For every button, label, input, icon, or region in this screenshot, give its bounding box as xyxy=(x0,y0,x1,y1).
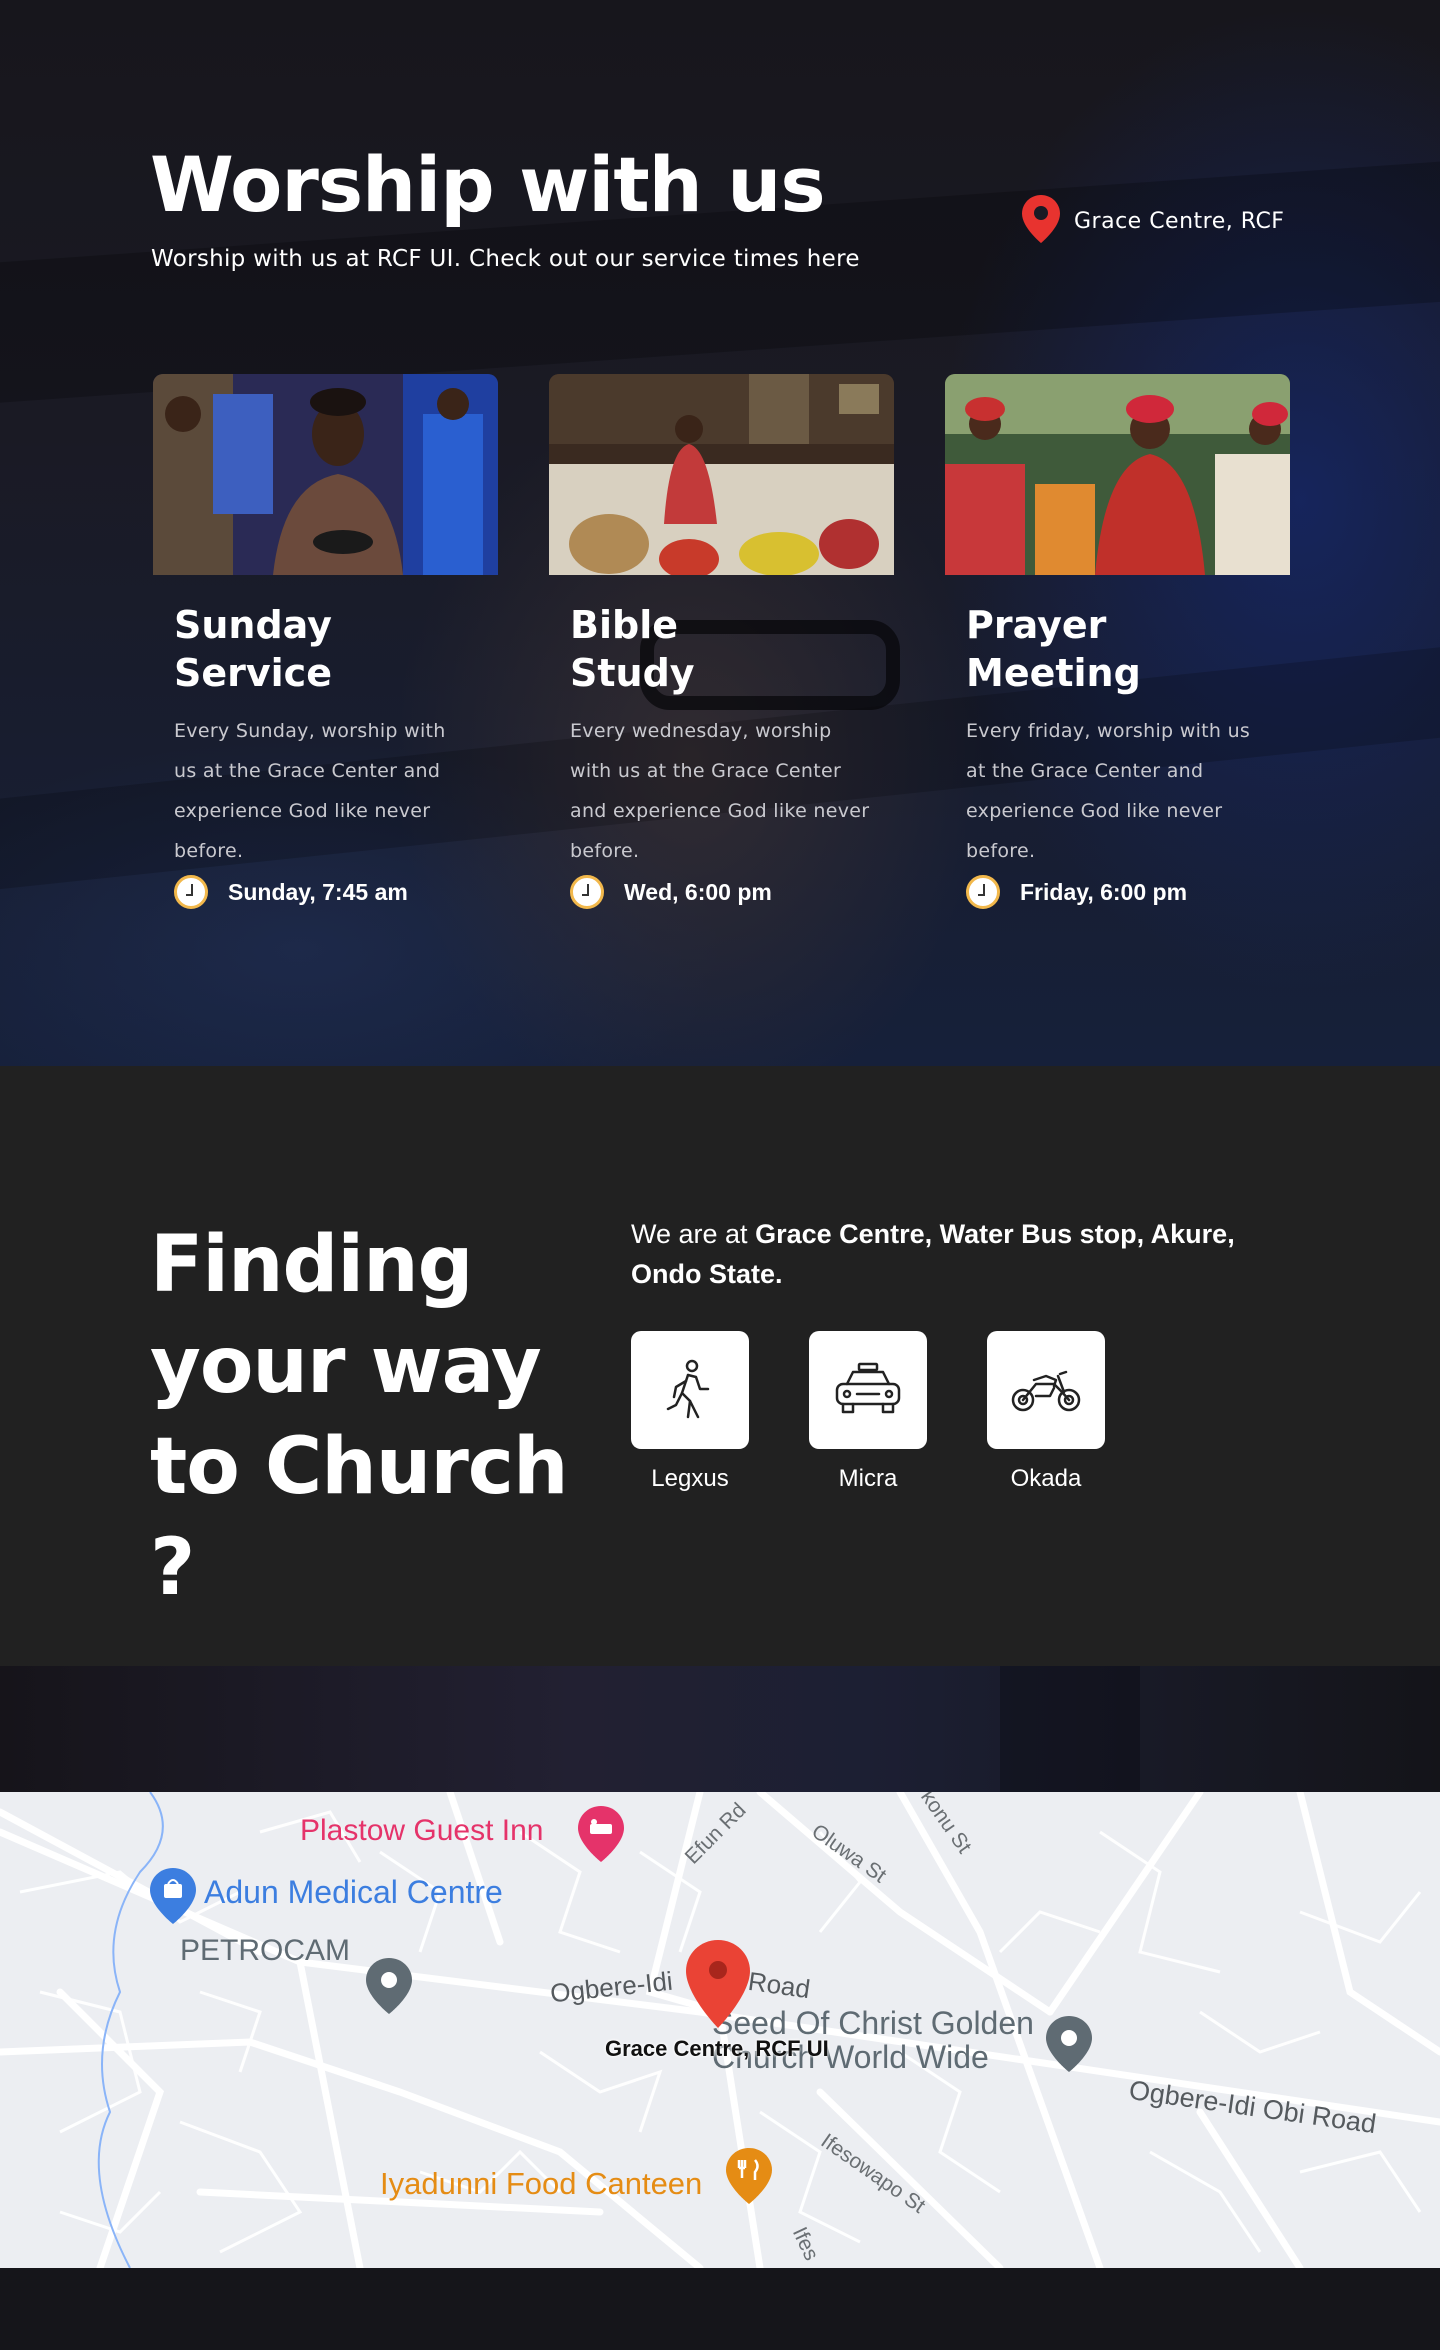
service-photo xyxy=(945,374,1290,575)
walking-person-icon xyxy=(631,1331,749,1449)
clock-icon xyxy=(174,875,208,909)
worship-title: Worship with us xyxy=(150,140,826,229)
place-pin-icon[interactable] xyxy=(1046,2016,1092,2077)
place-label[interactable]: Plastow Guest Inn xyxy=(300,1814,543,1848)
service-title: Prayer Meeting xyxy=(966,603,1141,695)
service-card[interactable]: Prayer Meeting Every friday, worship wit… xyxy=(945,374,1290,909)
transport-options: Legxus Micra Okada xyxy=(631,1331,1105,1493)
place-label[interactable]: Iyadunni Food Canteen xyxy=(380,2166,702,2202)
service-time-label: Wed, 6:00 pm xyxy=(624,878,772,905)
motorcycle-icon xyxy=(987,1331,1105,1449)
transport-walk-button[interactable]: Legxus xyxy=(631,1331,749,1493)
service-time: Sunday, 7:45 am xyxy=(174,875,498,909)
service-time: Friday, 6:00 pm xyxy=(966,875,1290,909)
transport-okada-button[interactable]: Okada xyxy=(987,1331,1105,1493)
shopping-pin-icon[interactable] xyxy=(150,1868,196,1929)
church-map-pin-label: Grace Centre, RCF UI xyxy=(605,2036,829,2061)
service-photo xyxy=(153,374,498,575)
transport-label: Okada xyxy=(1010,1465,1082,1492)
service-time-label: Friday, 6:00 pm xyxy=(1020,878,1188,905)
worship-subtitle: Worship with us at RCF UI. Check out our… xyxy=(151,246,860,272)
service-description: Every wednesday, worship with us at the … xyxy=(570,720,870,862)
church-map-pin-icon[interactable] xyxy=(686,1940,750,2033)
transport-label: Legxus xyxy=(651,1465,729,1492)
transport-car-button[interactable]: Micra xyxy=(809,1331,927,1493)
hotel-pin-icon[interactable] xyxy=(578,1806,624,1867)
worship-section: Worship with us Worship with us at RCF U… xyxy=(0,0,1440,1066)
background-strip xyxy=(0,1666,1440,1792)
service-title: Bible Study xyxy=(570,603,695,695)
directions-title: Finding your way to Church ? xyxy=(150,1220,569,1613)
service-time-label: Sunday, 7:45 am xyxy=(228,878,408,905)
clock-icon xyxy=(966,875,1000,909)
location-link[interactable]: Grace Centre, RCF xyxy=(1022,195,1284,248)
service-card[interactable]: Bible Study Every wednesday, worship wit… xyxy=(549,374,894,909)
clock-icon xyxy=(570,875,604,909)
location-pin-icon xyxy=(1022,195,1060,248)
place-pin-icon[interactable] xyxy=(366,1958,412,2019)
location-map[interactable]: Efun Rd Oluwa St konu St Ogbere-Idi Road… xyxy=(0,1792,1440,2268)
footer-strip xyxy=(0,2268,1440,2350)
church-address: We are at Grace Centre, Water Bus stop, … xyxy=(631,1214,1271,1294)
directions-section: Finding your way to Church ? We are at G… xyxy=(0,1066,1440,1666)
service-description: Every friday, worship with us at the Gra… xyxy=(966,720,1251,862)
location-label: Grace Centre, RCF xyxy=(1074,209,1285,234)
service-card[interactable]: Sunday Service Every Sunday, worship wit… xyxy=(153,374,498,909)
place-label[interactable]: PETROCAM xyxy=(180,1934,350,1968)
service-description: Every Sunday, worship with us at the Gra… xyxy=(174,720,446,862)
car-icon xyxy=(809,1331,927,1449)
service-photo xyxy=(549,374,894,575)
place-label[interactable]: Adun Medical Centre xyxy=(204,1874,503,1911)
service-time: Wed, 6:00 pm xyxy=(570,875,894,909)
service-title: Sunday Service xyxy=(174,603,332,695)
restaurant-pin-icon[interactable] xyxy=(726,2148,772,2209)
address-prefix: We are at xyxy=(631,1219,756,1249)
transport-label: Micra xyxy=(838,1465,898,1492)
